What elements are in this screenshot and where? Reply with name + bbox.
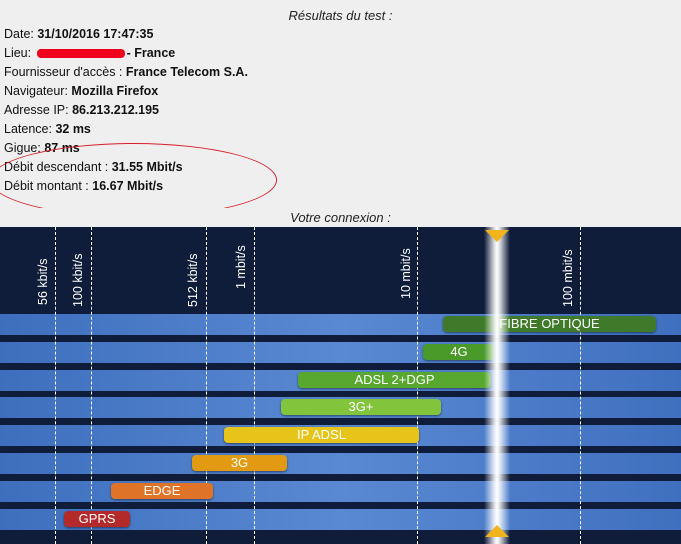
red-highlight-oval — [0, 143, 277, 217]
tick-label-56k: 56 kbit/s — [36, 258, 50, 305]
bar-ip-adsl: IP ADSL — [224, 427, 419, 443]
band-row — [0, 481, 681, 502]
lieu-value: - France — [126, 46, 176, 60]
tick-label-10m: 10 mbit/s — [399, 248, 413, 299]
navigateur-row: Navigateur: Mozilla Firefox — [4, 84, 158, 98]
tick-label-1m: 1 mbit/s — [234, 245, 248, 289]
ip-label: Adresse IP: — [4, 103, 73, 117]
latence-row: Latence: 32 ms — [4, 122, 91, 136]
date-label: Date: — [4, 27, 38, 41]
ip-row: Adresse IP: 86.213.212.195 — [4, 103, 159, 117]
current-speed-indicator — [484, 227, 510, 544]
lieu-label: Lieu: — [4, 46, 35, 60]
redaction-mark — [36, 49, 125, 59]
fournisseur-label: Fournisseur d'accès : — [4, 65, 126, 79]
date-value: 31/10/2016 17:47:35 — [37, 27, 154, 41]
marker-top-triangle-icon — [485, 230, 509, 242]
bar-3g-plus: 3G+ — [281, 399, 441, 415]
bar-fibre-optique: FIBRE OPTIQUE — [443, 316, 656, 332]
tick-label-512k: 512 kbit/s — [186, 253, 200, 307]
gridline-1m — [254, 227, 255, 544]
connexion-title: Votre connexion : — [290, 210, 391, 225]
date-row: Date: 31/10/2016 17:47:35 — [4, 27, 153, 41]
tick-label-100k: 100 kbit/s — [71, 253, 85, 307]
fournisseur-value: France Telecom S.A. — [125, 65, 248, 79]
navigateur-value: Mozilla Firefox — [71, 84, 159, 98]
gridline-100k — [91, 227, 92, 544]
connection-speed-chart: 56 kbit/s 100 kbit/s 512 kbit/s 1 mbit/s… — [0, 227, 681, 544]
latence-label: Latence: — [4, 122, 56, 136]
test-results-panel: Résultats du test : Date: 31/10/2016 17:… — [0, 0, 681, 217]
band-row — [0, 342, 681, 363]
marker-bottom-triangle-icon — [485, 525, 509, 537]
band-row — [0, 453, 681, 474]
navigateur-label: Navigateur: — [4, 84, 72, 98]
bar-gprs: GPRS — [64, 511, 130, 527]
ip-value: 86.213.212.195 — [72, 103, 159, 117]
bar-adsl2-dgp: ADSL 2+DGP — [298, 372, 491, 388]
fournisseur-row: Fournisseur d'accès : France Telecom S.A… — [4, 65, 248, 79]
tick-label-100m: 100 mbit/s — [561, 249, 575, 307]
connexion-header: Votre connexion : — [0, 208, 681, 228]
bar-3g: 3G — [192, 455, 287, 471]
bar-edge: EDGE — [111, 483, 213, 499]
lieu-row: Lieu: - France — [4, 46, 175, 60]
results-title: Résultats du test : — [288, 8, 393, 23]
latence-value: 32 ms — [55, 122, 91, 136]
